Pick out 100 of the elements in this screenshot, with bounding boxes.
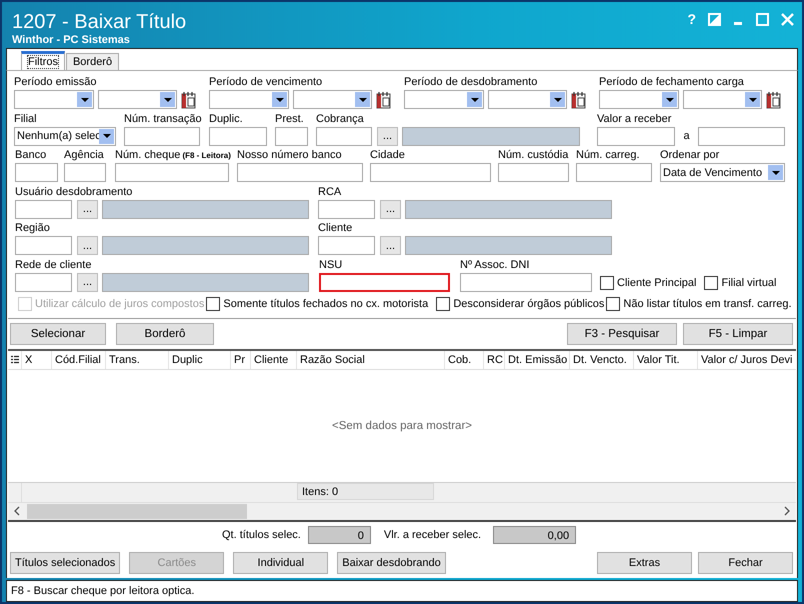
lookup-button[interactable]: ...: [377, 126, 398, 146]
field-label: Nosso número banco: [237, 149, 342, 162]
column-header[interactable]: Razão Social: [296, 350, 444, 369]
date-dropdown[interactable]: [14, 90, 94, 109]
action-button[interactable]: Individual: [233, 552, 328, 574]
input-field[interactable]: [576, 163, 652, 182]
input-field[interactable]: [15, 163, 58, 182]
lookup-button[interactable]: ...: [380, 236, 401, 256]
calendar-icon[interactable]: [570, 90, 587, 108]
action-button[interactable]: Selecionar: [10, 322, 106, 345]
field-label: Usuário desdobramento: [15, 186, 132, 198]
code-field[interactable]: [15, 200, 72, 219]
lookup-button[interactable]: ...: [77, 236, 98, 256]
calendar-icon[interactable]: [375, 90, 392, 108]
action-button[interactable]: Borderô: [116, 322, 214, 345]
status-bar: F8 - Buscar cheque por leitora optica.: [6, 580, 798, 602]
field-label: Banco: [15, 149, 46, 162]
date-dropdown[interactable]: [599, 90, 679, 109]
column-header[interactable]: Trans.: [105, 350, 168, 369]
code-field[interactable]: [318, 236, 375, 256]
lookup-button[interactable]: ...: [77, 200, 98, 219]
date-dropdown[interactable]: [209, 90, 289, 109]
date-dropdown[interactable]: [404, 90, 484, 109]
field-label: Cliente: [318, 222, 352, 234]
range-separator: a: [682, 130, 691, 142]
input-field[interactable]: [498, 163, 569, 182]
input-field[interactable]: [460, 272, 592, 292]
close-icon[interactable]: [781, 12, 794, 26]
column-header[interactable]: Pr: [230, 350, 250, 369]
column-header[interactable]: Cliente: [250, 350, 296, 369]
column-header[interactable]: RC: [483, 350, 504, 369]
input-field[interactable]: [698, 126, 785, 146]
checkbox[interactable]: Não listar títulos em transf. carreg.: [606, 296, 794, 312]
field-label: NSU: [319, 258, 342, 271]
field-label: Cobrança: [316, 112, 364, 125]
contrast-icon[interactable]: [708, 12, 721, 26]
total-label: Vlr. a receber selec.: [384, 528, 482, 541]
column-header[interactable]: Valor Tit.: [633, 350, 697, 369]
input-field[interactable]: [64, 163, 106, 182]
code-field[interactable]: [316, 126, 372, 146]
field-label: Núm. carreg.: [576, 149, 640, 162]
field-label: Filial: [14, 112, 37, 125]
column-header[interactable]: Dt. Vencto.: [569, 350, 633, 369]
column-header[interactable]: Valor c/ Juros Devi: [697, 350, 796, 369]
horizontal-scrollbar[interactable]: [8, 502, 796, 520]
action-button[interactable]: Extras: [597, 552, 692, 574]
checkbox[interactable]: Filial virtual: [704, 274, 778, 291]
total-label: Qt. títulos selec.: [222, 528, 301, 541]
tab[interactable]: Borderô: [66, 53, 120, 70]
field-label: Período de desdobramento: [404, 76, 538, 88]
input-field[interactable]: [209, 126, 267, 146]
input-field[interactable]: [275, 126, 308, 146]
input-field[interactable]: [319, 272, 450, 292]
tab[interactable]: Filtros: [21, 51, 65, 70]
column-header[interactable]: Cód.Filial: [51, 350, 105, 369]
dropdown[interactable]: Nenhum(a) selec: [14, 126, 116, 146]
calendar-icon[interactable]: [180, 90, 197, 108]
calendar-icon[interactable]: [765, 90, 782, 108]
lookup-button[interactable]: ...: [380, 200, 401, 219]
action-button[interactable]: F3 - Pesquisar: [567, 322, 677, 345]
scroll-left-icon[interactable]: [13, 506, 21, 516]
lookup-button[interactable]: ...: [77, 272, 98, 292]
dropdown[interactable]: Data de Vencimento: [660, 163, 785, 182]
action-button[interactable]: Baixar desdobrando: [337, 552, 446, 574]
field-label: Período de vencimento: [209, 76, 322, 88]
input-field[interactable]: [124, 126, 200, 146]
field-label: Núm. cheque: [115, 149, 180, 162]
field-label: Agência: [64, 149, 104, 162]
action-button[interactable]: Fechar: [698, 552, 793, 574]
field-hint: (F8 - Leitora): [182, 151, 231, 160]
scroll-right-icon[interactable]: [783, 506, 791, 516]
column-menu-icon[interactable]: [11, 354, 19, 365]
input-field[interactable]: [237, 163, 363, 182]
checkbox[interactable]: Cliente Principal: [600, 274, 698, 291]
code-field[interactable]: [15, 236, 72, 256]
input-field[interactable]: [370, 163, 491, 182]
action-button[interactable]: Títulos selecionados: [10, 552, 120, 574]
empty-message: <Sem dados para mostrar>: [332, 420, 472, 432]
maximize-icon[interactable]: [756, 12, 769, 26]
field-label: Núm. transação: [124, 112, 202, 125]
total-value: 0: [308, 526, 371, 544]
column-header[interactable]: X: [21, 350, 51, 369]
field-label: Duplic.: [209, 112, 243, 125]
input-field[interactable]: [597, 126, 675, 146]
field-label: Ordenar por: [660, 149, 720, 162]
field-label: Rede de cliente: [15, 258, 92, 271]
field-label: Prest.: [275, 112, 304, 125]
checkbox[interactable]: Desconsiderar órgãos públicos: [436, 296, 606, 312]
action-button[interactable]: F5 - Limpar: [683, 322, 793, 345]
code-field[interactable]: [15, 272, 72, 292]
column-header[interactable]: Cob.: [444, 350, 483, 369]
input-field[interactable]: [115, 163, 229, 182]
code-field[interactable]: [318, 200, 375, 219]
checkbox[interactable]: Somente títulos fechados no cx. motorista: [206, 296, 436, 312]
item-count: Itens: 0: [297, 482, 434, 500]
column-header[interactable]: Duplic: [168, 350, 230, 369]
window-title: 1207 - Baixar Título: [12, 10, 186, 34]
column-header[interactable]: Dt. Emissão: [504, 350, 569, 369]
field-label: Período de fechamento carga: [599, 76, 744, 88]
window-subtitle: Winthor - PC Sistemas: [12, 34, 131, 47]
